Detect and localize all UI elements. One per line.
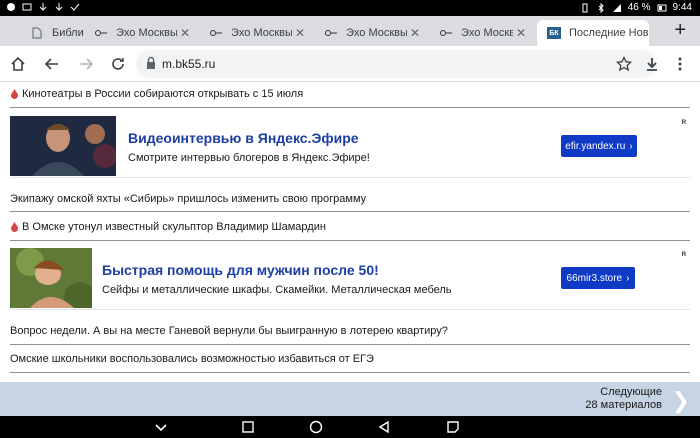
page-icon (30, 27, 44, 39)
ad-block[interactable]: Видеоинтервью в Яндекс.Эфире Смотрите ин… (10, 116, 690, 178)
news-item[interactable]: Омские школьники воспользовались возможн… (10, 351, 690, 367)
chevron-right-icon[interactable]: ❯ (672, 388, 690, 414)
ad-link-label: efir.yandex.ru (565, 140, 626, 152)
menu-button[interactable] (670, 54, 690, 74)
new-tab-button[interactable]: + (674, 20, 686, 40)
ad-link-button[interactable]: efir.yandex.ru › (561, 135, 637, 157)
news-item[interactable]: Экипажу омской яхты «Сибирь» пришлось из… (10, 191, 690, 207)
reload-button[interactable] (108, 54, 128, 74)
page-content: Кинотеатры в России собираются открывать… (0, 82, 700, 382)
address-bar[interactable]: m.bk55.ru (136, 50, 656, 78)
ad-title[interactable]: Быстрая помощь для мужчин после 50! (102, 262, 379, 278)
home-button[interactable] (8, 54, 28, 74)
tab-label: Эхо Москвы - н (231, 27, 292, 39)
url-text: m.bk55.ru (162, 57, 216, 71)
ad-image (10, 248, 92, 308)
ad-marker[interactable]: ᴿ (682, 250, 686, 260)
browser-toolbar: m.bk55.ru (0, 46, 700, 82)
tab-2[interactable]: Эхо Москвы - н ✕ (199, 20, 315, 46)
tab-label: Эхо Москвы - н (346, 27, 407, 39)
ad-link-label: 66mir3.store (566, 272, 623, 284)
back-button[interactable] (42, 54, 62, 74)
news-title: Кинотеатры в России собираются открывать… (22, 88, 304, 100)
tab-label: Последние Нов (569, 27, 649, 39)
recents-icon[interactable] (241, 420, 255, 434)
ad-title[interactable]: Видеоинтервью в Яндекс.Эфире (128, 130, 359, 146)
clock: 9:44 (672, 2, 692, 13)
news-item[interactable]: Кинотеатры в России собираются открывать… (10, 86, 690, 102)
news-item[interactable]: В Омске утонул известный скульптор Влади… (10, 219, 690, 235)
divider (10, 240, 690, 241)
tab-4[interactable]: Эхо Москвы - н ✕ (429, 20, 535, 46)
forward-button[interactable] (76, 54, 96, 74)
system-nav-bar (0, 416, 700, 438)
news-title: Вопрос недели. А вы на месте Ганевой вер… (10, 325, 448, 337)
download-button[interactable] (642, 54, 662, 74)
news-title: В Омске утонул известный скульптор Влади… (22, 221, 326, 233)
ad-image (10, 116, 116, 176)
vibrate-icon (582, 3, 588, 12)
signal-icon (612, 3, 621, 12)
flame-icon (11, 89, 18, 99)
news-title: Омские школьники воспользовались возможн… (10, 353, 374, 365)
ad-link-button[interactable]: 66mir3.store › (561, 267, 635, 289)
home-icon (11, 56, 25, 71)
battery-percent: 46 % (627, 2, 651, 13)
next-line-2: 28 материалов (585, 399, 662, 411)
echo-icon (439, 27, 453, 39)
back-arrow-icon (44, 58, 58, 70)
close-icon[interactable]: ✕ (407, 26, 423, 40)
divider (10, 107, 690, 108)
download-icon (647, 58, 657, 71)
bk-icon: БК (547, 27, 561, 39)
tab-label: Эхо Москвы - н (461, 27, 513, 39)
notification-shade-icon[interactable] (446, 420, 460, 434)
tab-strip: Библиотеки Эхо Москвы - н ✕ Эхо Москвы -… (0, 16, 700, 46)
next-materials-text: Следующие 28 материалов (585, 386, 662, 412)
ad-description: Сейфы и металлические шкафы. Скамейки. М… (102, 284, 452, 296)
divider (10, 344, 690, 345)
chevron-right-icon: › (626, 272, 630, 284)
battery-icon (657, 4, 667, 11)
tab-1[interactable]: Эхо Москвы - н ✕ (84, 20, 200, 46)
news-item[interactable]: Вопрос недели. А вы на месте Ганевой вер… (10, 323, 690, 339)
tab-0[interactable]: Библиотеки (20, 20, 84, 46)
flame-icon (11, 222, 18, 232)
ad-marker[interactable]: ᴿ (682, 118, 686, 128)
reload-icon (112, 58, 124, 70)
ad-description: Смотрите интервью блогеров в Яндекс.Эфир… (128, 152, 370, 164)
chevron-right-icon: › (629, 140, 633, 152)
echo-icon (94, 27, 108, 39)
chevron-down-icon[interactable] (154, 420, 168, 434)
status-bar: 46 % 9:44 (0, 0, 700, 16)
tab-label: Библиотеки (52, 27, 84, 39)
echo-icon (209, 27, 223, 39)
download-icon (55, 3, 63, 11)
check-icon (70, 3, 80, 11)
more-vert-icon (678, 57, 682, 71)
tab-label: Эхо Москвы - н (116, 27, 177, 39)
star-icon (616, 56, 632, 72)
tab-5[interactable]: БК Последние Нов (537, 20, 649, 46)
download-icon (39, 3, 47, 11)
huawei-icon (7, 3, 15, 11)
back-triangle-icon[interactable] (377, 420, 391, 434)
photo-icon (22, 3, 32, 11)
bookmark-button[interactable] (614, 54, 634, 74)
close-icon[interactable]: ✕ (292, 26, 308, 40)
forward-arrow-icon (80, 58, 94, 70)
news-title: Экипажу омской яхты «Сибирь» пришлось из… (10, 193, 367, 205)
divider (10, 372, 690, 373)
ad-block[interactable]: Быстрая помощь для мужчин после 50! Сейф… (10, 248, 690, 310)
echo-icon (324, 27, 338, 39)
next-materials-bar[interactable]: Следующие 28 материалов ❯ (0, 382, 700, 416)
lock-icon (147, 56, 155, 69)
tab-3[interactable]: Эхо Москвы - н ✕ (314, 20, 430, 46)
close-icon[interactable]: ✕ (177, 26, 193, 40)
next-line-1: Следующие (600, 386, 662, 398)
divider (10, 211, 690, 212)
close-icon[interactable]: ✕ (513, 26, 529, 40)
bluetooth-icon (598, 2, 604, 13)
home-circle-icon[interactable] (309, 420, 323, 434)
